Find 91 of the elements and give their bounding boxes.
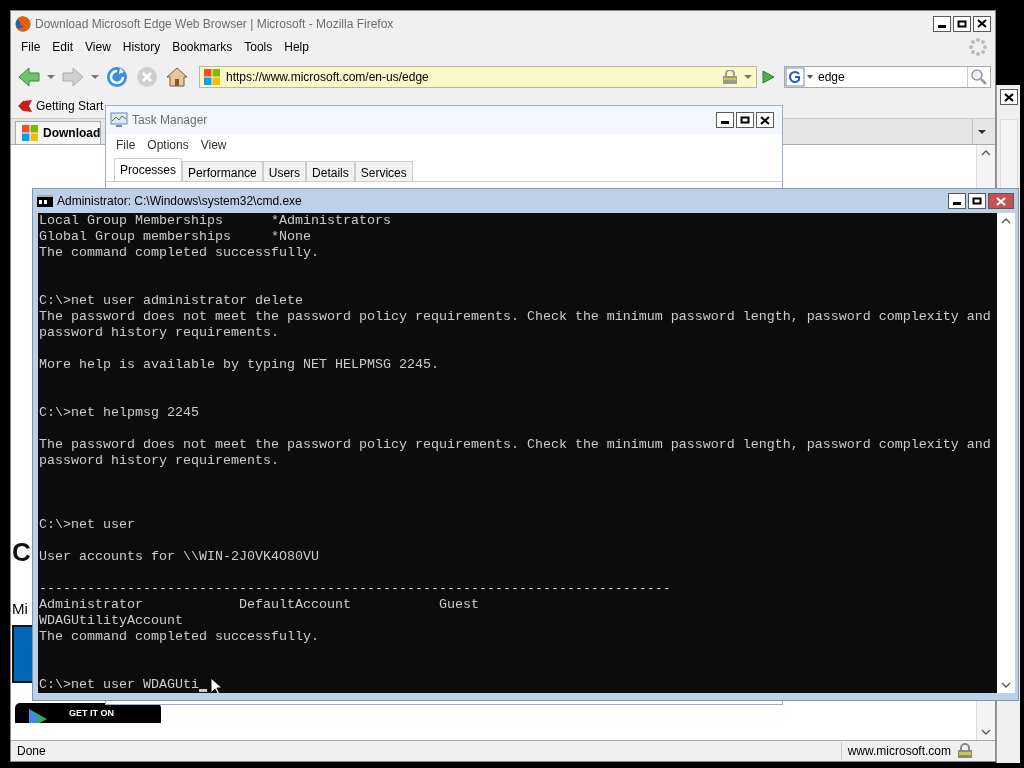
- reload-icon: [105, 65, 129, 89]
- close-icon: [977, 19, 987, 28]
- page-text: Mi: [12, 599, 28, 619]
- caret-icon: [91, 74, 99, 80]
- menu-item[interactable]: Help: [278, 38, 315, 56]
- padlock-icon: [722, 70, 738, 84]
- console-line: C:\>net user administrator delete: [39, 293, 304, 309]
- menu-item[interactable]: History: [116, 38, 167, 56]
- console-icon: [37, 195, 53, 207]
- console-line: The command completed successfully.: [39, 629, 320, 645]
- maximize-icon: [740, 116, 750, 124]
- maximize-button[interactable]: [968, 193, 986, 209]
- menu-item[interactable]: Options: [141, 136, 195, 154]
- monitor-icon: [110, 112, 128, 128]
- close-button[interactable]: [756, 112, 774, 128]
- text-cursor: [198, 689, 207, 692]
- search-field[interactable]: edge: [784, 66, 991, 88]
- console-line: The password does not meet the password policy requirements. Check the minimum password length, password complexity and: [39, 437, 992, 453]
- maximize-button[interactable]: [736, 112, 754, 128]
- window-title: Administrator: C:\Windows\system32\cmd.exe: [57, 193, 302, 210]
- menu-item[interactable]: Bookmarks: [166, 38, 239, 56]
- caret-icon: [47, 74, 55, 80]
- console-line: C:\>net helpmsg 2245: [39, 405, 200, 421]
- activity-throbber-icon: [969, 38, 987, 56]
- store-badge[interactable]: GET IT ON: [15, 703, 161, 723]
- console-line: The password does not meet the password policy requirements. Check the minimum password length, password complexity and: [39, 309, 992, 325]
- search-icon: [970, 68, 988, 86]
- tab[interactable]: Performance: [182, 161, 263, 181]
- console-line: -------------------------------------------------------------------------------: [39, 581, 672, 597]
- tab[interactable]: Details: [306, 161, 355, 181]
- menu-item[interactable]: View: [79, 38, 117, 56]
- console-line: Global Group memberships *None: [39, 229, 312, 245]
- go-button[interactable]: [759, 70, 777, 84]
- tab[interactable]: Processes: [114, 158, 183, 181]
- bookmark-link[interactable]: Getting Start: [36, 97, 104, 115]
- status-text: Done: [16, 743, 47, 760]
- menu-item[interactable]: File: [110, 136, 142, 154]
- site-logo-icon: [204, 69, 220, 85]
- close-button[interactable]: [988, 193, 1014, 209]
- console-line: User accounts for \\WIN-2J0VK4O80VU: [39, 549, 320, 565]
- close-button[interactable]: [973, 15, 991, 32]
- url-text: https://www.microsoft.com/en-us/edge: [226, 69, 430, 86]
- scrollbar[interactable]: [999, 119, 1018, 189]
- search-engine-icon: [785, 67, 815, 87]
- close-icon: [760, 115, 770, 125]
- maximize-button[interactable]: [953, 15, 971, 32]
- close-icon: [996, 196, 1006, 206]
- console-line: More help is available by typing NET HELPMSG 2245.: [39, 357, 440, 373]
- status-host: www.microsoft.com: [840, 742, 957, 760]
- play-icon: [761, 70, 775, 84]
- menu-item[interactable]: Tools: [238, 38, 279, 56]
- console-line: password history requirements.: [39, 453, 280, 469]
- minimize-button[interactable]: [948, 193, 966, 209]
- menu-item[interactable]: File: [15, 38, 47, 56]
- site-logo-icon: [22, 125, 38, 141]
- menu-item[interactable]: Edit: [46, 38, 80, 56]
- browser-tab[interactable]: Download: [15, 121, 102, 144]
- address-bar[interactable]: https://www.microsoft.com/en-us/edge: [199, 66, 757, 88]
- maximize-icon: [957, 19, 967, 28]
- console-line: The command completed successfully.: [39, 245, 320, 261]
- house-icon: [165, 65, 189, 89]
- console-line: password history requirements.: [39, 325, 280, 341]
- browser-logo-icon: [15, 15, 31, 32]
- scrollbar[interactable]: [997, 213, 1015, 693]
- caret-icon: [978, 128, 986, 135]
- caret-icon: [744, 74, 752, 80]
- dropdown-button[interactable]: [45, 74, 57, 80]
- command-input[interactable]: C:\>net user WDAGUti: [39, 677, 199, 693]
- console-line: C:\>net user: [39, 517, 136, 533]
- window-title: Download Microsoft Edge Web Browser | Microsoft - Mozilla Firefox: [35, 15, 394, 33]
- maximize-icon: [972, 197, 982, 205]
- close-icon: [1003, 92, 1014, 102]
- search-text: edge: [817, 69, 846, 86]
- console-line: Administrator DefaultAccount Guest: [39, 597, 480, 613]
- tab[interactable]: Users: [262, 161, 307, 181]
- console-line: Local Group Memberships *Administrators: [39, 213, 392, 229]
- dropdown-button[interactable]: [89, 74, 101, 80]
- menu-item[interactable]: View: [194, 136, 233, 154]
- arrow-icon: [61, 65, 85, 89]
- minimize-button[interactable]: [933, 15, 951, 32]
- close-button[interactable]: [999, 89, 1018, 105]
- arrow-icon: [17, 65, 41, 89]
- console-line: WDAGUtilityAccount: [39, 613, 184, 629]
- minimize-button[interactable]: [716, 112, 734, 128]
- page-heading: C: [12, 536, 31, 569]
- stop-icon: [135, 65, 159, 89]
- bookmark-icon: [17, 98, 33, 114]
- tab[interactable]: Services: [354, 161, 413, 181]
- padlock-icon: [957, 743, 973, 759]
- window-title: Task Manager: [132, 112, 208, 129]
- play-logo-icon: [27, 707, 49, 723]
